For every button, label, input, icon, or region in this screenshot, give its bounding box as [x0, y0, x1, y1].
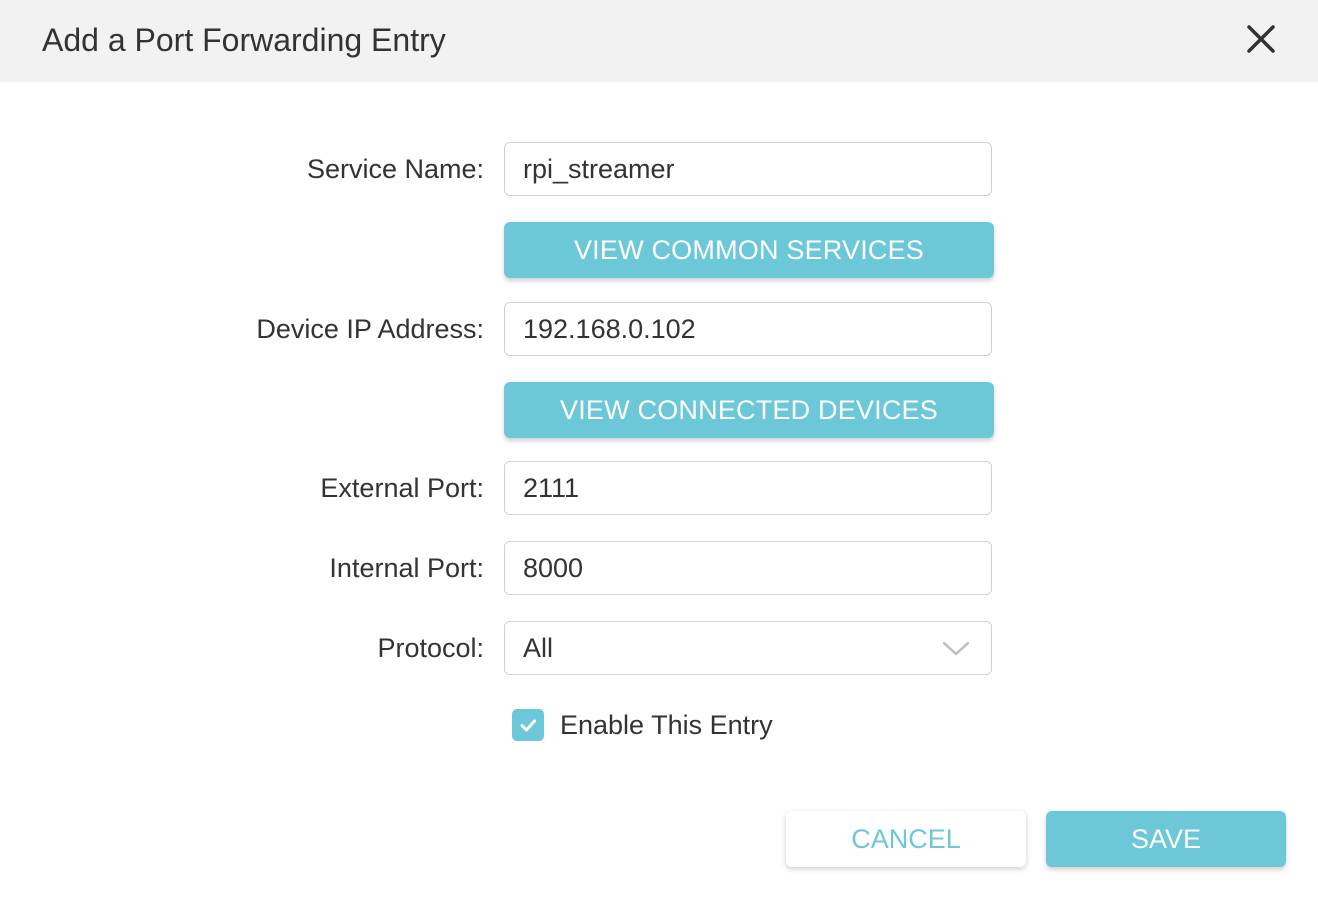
external-port-label: External Port: — [320, 473, 484, 503]
external-port-input[interactable] — [504, 461, 992, 515]
service-name-label: Service Name: — [306, 154, 484, 184]
cancel-button[interactable]: CANCEL — [786, 811, 1026, 867]
chevron-down-icon — [942, 641, 970, 656]
view-connected-devices-button[interactable]: VIEW CONNECTED DEVICES — [504, 382, 994, 438]
protocol-select[interactable]: All — [504, 621, 992, 675]
device-ip-label: Device IP Address: — [256, 314, 484, 344]
enable-entry-label[interactable]: Enable This Entry — [560, 706, 773, 744]
save-button[interactable]: SAVE — [1046, 811, 1286, 867]
enable-entry-checkbox[interactable] — [512, 709, 544, 741]
internal-port-input[interactable] — [504, 541, 992, 595]
service-name-input[interactable] — [504, 142, 992, 196]
view-common-services-button[interactable]: VIEW COMMON SERVICES — [504, 222, 994, 278]
protocol-label: Protocol: — [377, 633, 484, 663]
protocol-selected-value: All — [523, 633, 554, 663]
close-icon — [1247, 25, 1275, 53]
port-forwarding-dialog: Add a Port Forwarding Entry Service Name… — [0, 0, 1318, 914]
checkmark-icon — [520, 719, 536, 732]
dialog-title: Add a Port Forwarding Entry — [42, 22, 446, 58]
device-ip-input[interactable] — [504, 302, 992, 356]
close-button[interactable] — [1240, 18, 1282, 60]
dialog-header: Add a Port Forwarding Entry — [0, 0, 1318, 82]
internal-port-label: Internal Port: — [329, 553, 484, 583]
